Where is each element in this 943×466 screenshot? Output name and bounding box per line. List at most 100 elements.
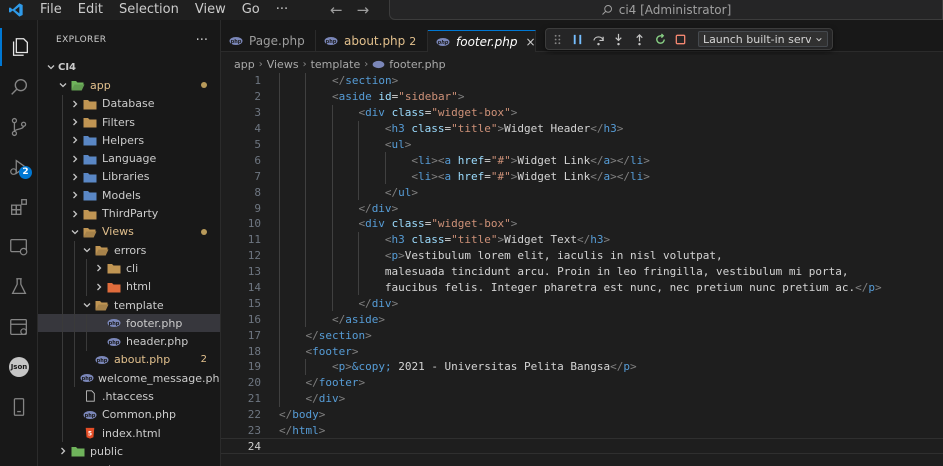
source-control-activity[interactable] — [0, 108, 38, 146]
breadcrumb-item[interactable]: Views — [267, 58, 299, 71]
code-line[interactable]: 8 </ul> — [221, 184, 943, 201]
breadcrumb-item[interactable]: footer.php — [389, 58, 445, 71]
tree-folder[interactable]: Views — [38, 222, 220, 241]
code-line[interactable]: 1 </section> — [221, 73, 943, 89]
breadcrumb-item[interactable]: template — [311, 58, 361, 71]
pause-icon[interactable] — [571, 31, 586, 47]
testing-activity[interactable] — [0, 268, 38, 306]
tree-folder[interactable]: ThirdParty — [38, 204, 220, 223]
tab-about-php[interactable]: php about.php 2 — [316, 30, 428, 52]
code-line[interactable]: 6 <li><a href="#">Widget Link</a></li> — [221, 152, 943, 169]
tab-footer-php[interactable]: php footer.php × — [428, 30, 536, 52]
database-activity[interactable] — [0, 308, 38, 346]
code-line[interactable]: 14 faucibus felis. Integer pharetra est n… — [221, 279, 943, 296]
drag-handle-icon[interactable] — [550, 31, 565, 47]
code-token: div — [318, 392, 339, 406]
code-line[interactable]: 15 </div> — [221, 295, 943, 312]
tree-file[interactable]: php header.php — [38, 332, 220, 351]
tree-folder[interactable]: html — [38, 277, 220, 296]
tree-folder[interactable]: template — [38, 295, 220, 315]
explorer-activity[interactable] — [0, 28, 38, 66]
tree-folder[interactable]: app — [38, 76, 220, 94]
explorer-more-button[interactable]: ··· — [196, 33, 208, 48]
tree-folder[interactable]: Language — [38, 149, 220, 168]
code-line[interactable]: 19 <p>&copy; 2021 - Universitas Pelita Ba… — [221, 359, 943, 375]
code-line[interactable]: 13 malesuada tincidunt arcu. Proin in leo… — [221, 263, 943, 280]
breadcrumb-item[interactable]: app — [234, 58, 255, 71]
tree-item-label: Libraries — [102, 170, 150, 184]
workspace-root[interactable]: CI4 — [38, 58, 220, 76]
command-center-search[interactable]: ci4 [Administrator] — [389, 0, 943, 20]
tree-folder[interactable]: Helpers — [38, 131, 220, 150]
php-file-icon: php — [82, 408, 98, 422]
code-line[interactable]: 11 <h3 class="title">Widget Text</h3> — [221, 231, 943, 248]
code-line[interactable]: 9 </div> — [221, 200, 943, 217]
code-token: ul — [398, 185, 412, 199]
tree-folder[interactable]: Filters — [38, 112, 220, 132]
code-line[interactable]: 17 </section> — [221, 327, 943, 344]
code-line[interactable]: 2 <aside id="sidebar"> — [221, 88, 943, 105]
code-line[interactable]: 24 — [221, 438, 943, 455]
tree-file[interactable]: php welcome_message.php — [38, 369, 220, 388]
tree-file[interactable]: php Common.php — [38, 405, 220, 424]
code-line[interactable]: 18 <footer> — [221, 343, 943, 360]
step-into-icon[interactable] — [612, 31, 627, 47]
code-line[interactable]: 10 <div class="widget-box"> — [221, 216, 943, 232]
tree-folder[interactable]: Models — [38, 186, 220, 205]
tree-folder[interactable]: Libraries — [38, 167, 220, 187]
folder-icon — [82, 115, 98, 129]
remote-explorer-activity[interactable] — [0, 228, 38, 266]
tab-page-php[interactable]: php Page.php — [221, 30, 316, 52]
menu-go[interactable]: Go — [234, 0, 268, 20]
chevron-right-icon — [68, 207, 82, 221]
restart-icon[interactable] — [653, 31, 668, 47]
launch-config-select[interactable]: Launch built-in server and — [697, 31, 829, 47]
extensions-activity[interactable] — [0, 188, 38, 226]
line-number: 12 — [247, 249, 261, 263]
menu-view[interactable]: View — [187, 0, 234, 20]
tree-file[interactable]: php footer.php — [38, 314, 220, 333]
code-line[interactable]: 4 <h3 class="title">Widget Header</h3> — [221, 120, 943, 137]
back-arrow-icon[interactable]: ← — [330, 1, 343, 19]
code-line[interactable]: 23 </html> — [221, 423, 943, 439]
tree-file[interactable]: php about.php 2 — [38, 350, 220, 370]
code-line[interactable]: 3 <div class="widget-box"> — [221, 104, 943, 121]
code-line[interactable]: 12 <p>Vestibulum lorem elit, iaculis in n… — [221, 247, 943, 264]
tree-folder[interactable]: cli — [38, 259, 220, 278]
close-tab-icon[interactable]: × — [525, 35, 535, 49]
stop-icon[interactable] — [673, 31, 688, 47]
indent-guide — [279, 200, 280, 217]
json-activity[interactable]: Json — [0, 348, 38, 386]
tree-folder[interactable]: public — [38, 442, 220, 460]
tree-file[interactable]: .htaccess — [38, 387, 220, 406]
step-out-icon[interactable] — [632, 31, 647, 47]
search-activity[interactable] — [0, 68, 38, 106]
code-line[interactable]: 20 </footer> — [221, 374, 943, 391]
run-debug-activity[interactable]: 2 — [0, 148, 38, 186]
folder-icon — [70, 444, 86, 458]
menu-file[interactable]: File — [32, 0, 70, 20]
menu-selection[interactable]: Selection — [111, 0, 187, 20]
menu-more[interactable]: ··· — [268, 0, 296, 20]
code-text: <li><a href="#">Widget Link</a></li> — [411, 170, 649, 183]
tree-folder[interactable]: errors — [38, 240, 220, 260]
tree-folder[interactable]: system — [38, 461, 220, 466]
tree-file[interactable]: 5 index.html — [38, 423, 220, 443]
code-line[interactable]: 21 </div> — [221, 390, 943, 407]
device-activity[interactable] — [0, 388, 38, 426]
code-line[interactable]: 5 <ul> — [221, 136, 943, 153]
line-number: 13 — [247, 265, 261, 279]
menu-edit[interactable]: Edit — [70, 0, 111, 20]
code-editor[interactable]: 1 </section> 2 <aside id="sidebar"> 3 <div cl… — [221, 73, 943, 466]
folder-icon — [82, 188, 98, 202]
code-line[interactable]: 22 </body> — [221, 407, 943, 423]
indent-guide — [331, 216, 333, 232]
code-line[interactable]: 7 <li><a href="#">Widget Link</a></li> — [221, 168, 943, 185]
indent-guide — [62, 167, 63, 187]
forward-arrow-icon[interactable]: → — [357, 1, 370, 19]
code-line[interactable]: 16 </aside> — [221, 311, 943, 328]
tree-folder[interactable]: Database — [38, 94, 220, 113]
step-over-icon[interactable] — [591, 31, 606, 47]
